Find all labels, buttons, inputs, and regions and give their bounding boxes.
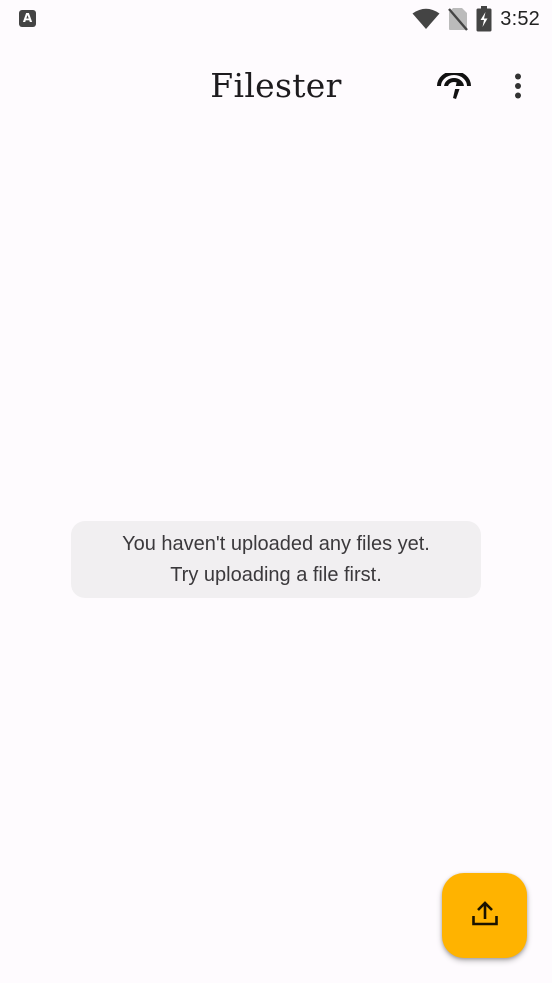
status-time: 3:52 — [500, 7, 540, 30]
more-options-button[interactable] — [494, 64, 542, 112]
more-vert-icon — [514, 73, 522, 104]
status-icons: 3:52 — [412, 4, 540, 34]
speed-icon — [437, 70, 471, 104]
empty-state-line-2: Try uploading a file first. — [170, 563, 382, 586]
wifi-icon — [412, 8, 440, 30]
empty-state-line-1: You haven't uploaded any files yet. — [122, 532, 430, 555]
no-sim-icon — [448, 7, 469, 31]
upload-icon — [471, 899, 499, 932]
battery-charging-icon — [476, 6, 492, 32]
upload-file-button[interactable] — [442, 873, 527, 958]
empty-state-message: You haven't uploaded any files yet. Try … — [71, 521, 481, 598]
app-bar: Filester — [0, 48, 552, 128]
app-notification-icon: A — [19, 10, 36, 27]
speed-test-button[interactable] — [430, 64, 478, 112]
status-bar: A 3:52 — [0, 0, 552, 38]
screen: A 3:52 Filester You haven't uploaded any… — [0, 0, 552, 983]
